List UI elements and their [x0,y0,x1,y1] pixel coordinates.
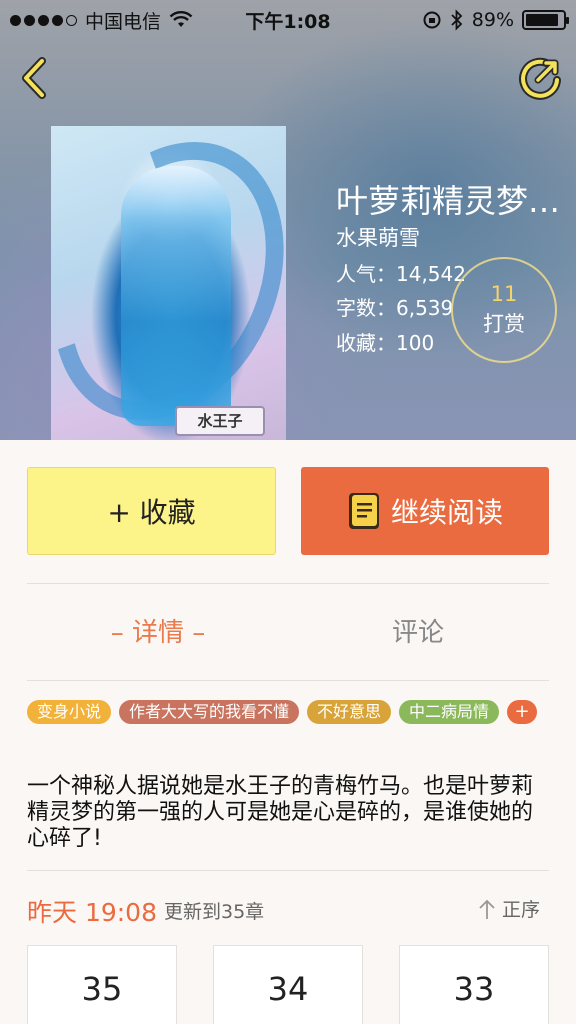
chapter-item[interactable]: 34 [213,945,363,1024]
sort-order-button[interactable]: 正序 [478,895,540,922]
share-button[interactable] [518,56,562,100]
add-tag-button[interactable]: + [507,700,538,724]
chapter-item[interactable]: 33 [399,945,549,1024]
word-count-stat: 字数：6,539 [336,296,454,320]
book-title: 叶萝莉精灵梦… [336,182,561,220]
favorite-button[interactable]: + 收藏 [27,467,276,555]
tag-chip[interactable]: 变身小说 [27,700,112,724]
tip-button[interactable]: 11 打赏 [451,257,557,363]
favorite-label: + 收藏 [107,496,196,529]
battery-icon [522,10,569,30]
continue-reading-label: 继续阅读 [390,496,503,529]
chapter-item[interactable]: 35 [27,945,177,1024]
book-description: 一个神秘人据说她是水王子的青梅竹马。也是叶萝莉精灵梦的第一强的人可是她是心是碎的… [27,774,534,851]
arrow-up-icon [479,899,495,919]
update-time: 昨天 19:08 [27,898,157,927]
divider [27,583,549,584]
tag-list: 变身小说 作者大大写的我看不懂 不好意思 中二病局情 + [27,700,557,724]
update-note: 更新到35章 [164,901,265,923]
status-bar: 中国电信 下午1:08 89% [0,0,576,40]
tab-comments[interactable]: 评论 [318,612,518,649]
book-cover[interactable]: 水王子 [51,126,286,440]
continue-reading-button[interactable]: 继续阅读 [301,467,549,555]
rotation-lock-icon [423,11,441,29]
status-left: 中国电信 [10,7,193,34]
signal-icon [10,14,77,26]
tab-detail[interactable]: – 详情 – [58,612,258,649]
divider [27,680,549,681]
carrier-label: 中国电信 [85,10,162,33]
favorites-stat: 收藏：100 [336,331,435,355]
tag-chip[interactable]: 中二病局情 [399,700,500,724]
book-icon [348,493,379,529]
battery-percent: 89% [471,9,514,31]
status-right: 89% [422,9,569,31]
share-icon [519,57,561,100]
tip-label: 打赏 [483,312,525,336]
cover-caption: 水王子 [175,406,265,436]
wifi-icon [169,11,193,27]
tag-chip[interactable]: 作者大大写的我看不懂 [119,700,300,724]
cover-character-art [121,166,231,426]
divider [27,870,549,871]
sort-order-label: 正序 [502,899,541,921]
tag-chip[interactable]: 不好意思 [307,700,392,724]
tip-count: 11 [490,282,518,306]
popularity-stat: 人气：14,542 [336,262,466,286]
back-button[interactable] [14,56,54,100]
book-author[interactable]: 水果萌雪 [336,222,420,252]
bluetooth-icon [451,9,463,31]
chevron-left-icon [22,57,46,99]
